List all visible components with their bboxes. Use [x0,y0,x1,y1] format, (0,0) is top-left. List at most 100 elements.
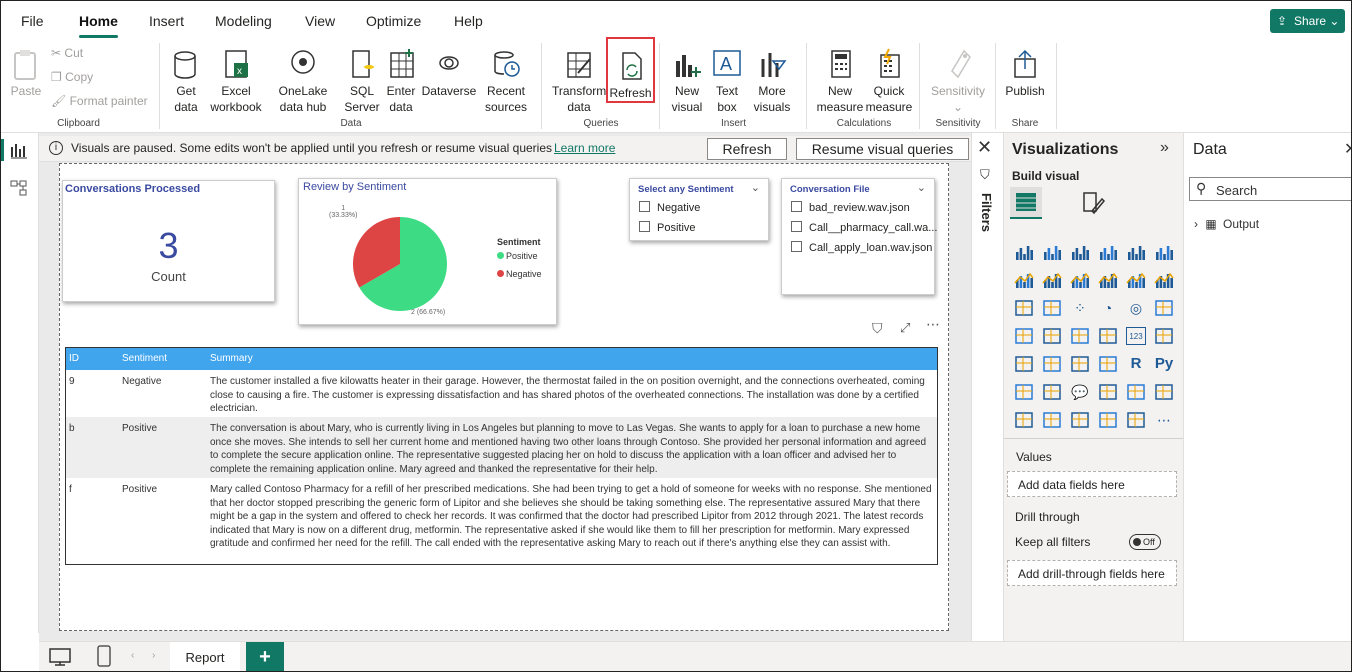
narrative-chevron-icon[interactable] [1126,411,1146,429]
copy-button[interactable]: ❐ Copy [51,70,93,84]
power-apps-icon[interactable] [1014,411,1034,429]
new-visual-button[interactable]: New visual [668,47,706,115]
report-view-icon[interactable] [10,141,28,159]
table-icon[interactable] [1070,355,1090,373]
tab-insert[interactable]: Insert [149,13,184,29]
table-row[interactable]: b Positive The conversation is about Mar… [66,417,937,478]
table-row[interactable]: 9 Negative The customer installed a five… [66,370,937,417]
more-options-icon[interactable]: ⋯ [926,316,940,333]
azure-map-icon[interactable] [1070,327,1090,345]
legend-item-negative[interactable]: Negative [497,269,542,279]
slicer-option-negative[interactable]: Negative [639,201,700,214]
dataverse-button[interactable]: Dataverse [420,47,478,99]
search-input[interactable]: ⚲ Search [1189,177,1351,201]
map-icon[interactable] [1014,327,1034,345]
keep-filters-toggle[interactable]: Off [1129,534,1161,550]
publish-button[interactable]: Publish [1003,47,1047,99]
get-data-button[interactable]: Get data [163,47,209,115]
clustered-column-icon[interactable] [1098,243,1118,261]
filled-map-icon[interactable] [1042,327,1062,345]
column-header-id[interactable]: ID [69,353,79,364]
ribbon-icon[interactable] [1154,271,1174,289]
power-automate-icon[interactable] [1042,411,1062,429]
multi-row-card-icon[interactable] [1154,327,1174,345]
line-clustered-column-icon[interactable] [1126,271,1146,289]
tab-optimize[interactable]: Optimize [366,13,421,29]
share-button[interactable]: ⇪ Share ⌄ [1270,9,1345,33]
slicer-option-positive[interactable]: Positive [639,221,696,234]
matrix-icon[interactable] [1098,355,1118,373]
chevron-left-icon[interactable]: ‹ [131,650,134,661]
treemap-icon[interactable] [1154,299,1174,317]
paste-button[interactable]: Paste [9,47,43,99]
filters-pane-collapsed[interactable]: ⛉ Filters [971,133,1003,641]
focus-mode-icon[interactable]: ⤢ [900,320,910,336]
kpi-icon[interactable] [1014,355,1034,373]
desktop-layout-icon[interactable] [49,648,71,666]
checkbox[interactable] [791,201,802,212]
close-icon[interactable]: ✕ [1344,139,1351,159]
new-measure-button[interactable]: New measure [813,47,867,115]
learn-more-link[interactable]: Learn more [554,141,615,155]
r-script-icon[interactable]: R [1126,355,1146,373]
line-icon[interactable] [1014,271,1034,289]
smart-narrative-icon[interactable] [1098,383,1118,401]
page-tab-report[interactable]: Report [170,642,240,671]
scatter-icon[interactable]: ⁘ [1070,299,1090,317]
line-column-icon[interactable] [1098,271,1118,289]
checkbox[interactable] [791,221,802,232]
tab-modeling[interactable]: Modeling [215,13,272,29]
donut-icon[interactable]: ◎ [1126,299,1146,317]
chevron-right-icon[interactable]: › [152,650,155,661]
onelake-button[interactable]: OneLake data hub [264,47,342,115]
waterfall-icon[interactable] [1014,299,1034,317]
mobile-layout-icon[interactable] [97,645,111,667]
table-visual[interactable]: ID Sentiment Summary 9 Negative The cust… [65,347,938,565]
quick-measure-button[interactable]: Quick measure [864,47,914,115]
resume-visual-queries-button[interactable]: Resume visual queries [796,138,969,160]
checkbox[interactable] [639,201,650,212]
more-icon[interactable]: ⋯ [1154,411,1174,429]
checkbox[interactable] [791,241,802,252]
slicer-icon[interactable] [1042,355,1062,373]
power-bi-goals-icon[interactable] [1098,411,1118,429]
tab-view[interactable]: View [305,13,335,29]
model-view-icon[interactable] [10,179,28,197]
card-visual[interactable]: Conversations Processed 3 Count [62,180,275,302]
pie-icon[interactable]: ◔ [1098,299,1118,317]
build-visual-tab[interactable] [1010,187,1042,219]
add-drill-through-well[interactable]: Add drill-through fields here [1007,560,1177,586]
card-icon[interactable]: 123 [1126,327,1146,345]
format-painter-button[interactable]: 🖌 Format painter [51,94,148,108]
conversation-file-slicer[interactable]: Conversation File ⌄ bad_review.wav.json … [781,178,937,295]
stacked-column-icon[interactable] [1042,243,1062,261]
python-icon[interactable]: Py [1154,355,1174,373]
clustered-bar-icon[interactable] [1070,243,1090,261]
sentiment-slicer[interactable]: Select any Sentiment ⌄ Negative Positive [629,178,769,241]
table-row[interactable]: f Positive Mary called Contoso Pharmacy … [66,478,937,564]
cut-button[interactable]: ✂ Cut [51,46,83,60]
100-column-icon[interactable] [1154,243,1174,261]
slicer-option[interactable]: bad_review.wav.json [791,201,910,214]
transform-data-button[interactable]: Transform data [550,47,608,115]
add-page-button[interactable]: + [246,642,284,671]
paginated-icon[interactable] [1154,383,1174,401]
column-header-sentiment[interactable]: Sentiment [122,353,167,364]
decomposition-tree-icon[interactable] [1042,383,1062,401]
sql-server-button[interactable]: SQL Server [342,47,382,115]
pie-chart-visual[interactable]: Review by Sentiment Sentiment Positive N… [298,178,557,325]
tree-item-output[interactable]: › ▦ Output [1194,217,1259,231]
key-influencers-icon[interactable] [1014,383,1034,401]
text-box-button[interactable]: A Text box [709,47,745,115]
column-header-summary[interactable]: Summary [210,353,253,364]
sensitivity-button[interactable]: Sensitivity ⌄ [927,47,989,115]
excel-workbook-button[interactable]: x Excel workbook [208,47,264,115]
slicer-option[interactable]: Call__pharmacy_call.wa... [791,221,937,234]
chevron-down-icon[interactable]: ⌄ [917,181,926,194]
arcgis-icon[interactable] [1070,411,1090,429]
tab-home[interactable]: Home [79,13,118,38]
funnel-icon[interactable] [1042,299,1062,317]
collapse-pane-icon[interactable]: » [1160,139,1169,157]
filter-icon[interactable]: ⛉ [872,320,883,337]
tab-file[interactable]: File [21,13,44,29]
